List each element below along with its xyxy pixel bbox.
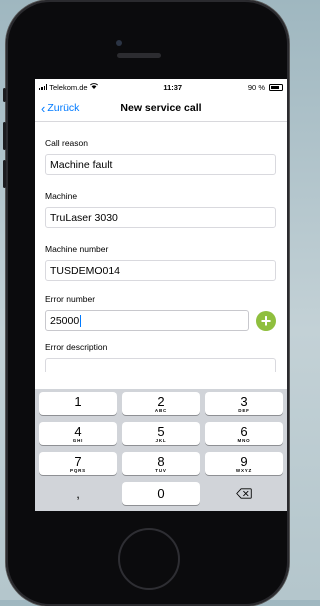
volume-up-button <box>3 122 6 150</box>
back-label: Zurück <box>47 102 80 114</box>
key-comma[interactable]: , <box>39 482 117 505</box>
delete-key[interactable] <box>205 482 283 505</box>
status-right: 90 % <box>248 83 283 92</box>
carrier-name: Telekom.de <box>49 82 88 92</box>
plus-circle-icon[interactable]: + <box>256 310 276 331</box>
status-bar: Telekom.de 11:37 90 % <box>35 79 287 95</box>
key-4[interactable]: 4 GHI <box>39 422 117 445</box>
error-number-input[interactable]: 25000 <box>45 310 249 331</box>
chevron-left-icon: ‹ <box>41 100 46 116</box>
signal-icon <box>39 84 48 90</box>
back-button[interactable]: ‹ Zurück <box>35 102 79 115</box>
key-5[interactable]: 5 JKL <box>122 422 200 445</box>
battery-percent: 90 % <box>247 82 265 92</box>
key-1[interactable]: 1 <box>39 392 117 415</box>
key-8[interactable]: 8 TUV <box>122 452 200 475</box>
wifi-icon <box>89 83 98 91</box>
error-description-label: Error description <box>45 342 108 352</box>
key-7[interactable]: 7 PQRS <box>39 452 117 475</box>
error-number-row: 25000 + <box>45 310 276 331</box>
status-time: 11:37 <box>163 82 183 92</box>
key-2[interactable]: 2 ABC <box>122 392 200 415</box>
mute-switch <box>3 88 6 102</box>
machine-number-label: Machine number <box>45 244 109 254</box>
navigation-bar: ‹ Zurück New service call <box>35 95 287 122</box>
error-number-value: 25000 <box>50 314 80 327</box>
error-number-label: Error number <box>45 294 96 304</box>
text-cursor <box>80 314 82 327</box>
home-button[interactable] <box>118 528 180 590</box>
status-left: Telekom.de <box>39 83 98 92</box>
machine-label: Machine <box>45 191 78 201</box>
volume-down-button <box>3 160 6 188</box>
call-reason-label: Call reason <box>45 138 88 148</box>
key-0[interactable]: 0 <box>122 482 200 505</box>
backspace-icon <box>236 488 252 499</box>
key-3[interactable]: 3 DEF <box>205 392 283 415</box>
service-call-form: Call reason Machine fault Machine TruLas… <box>35 122 287 406</box>
front-camera <box>116 40 122 46</box>
earpiece-speaker <box>117 53 161 58</box>
phone-frame: Telekom.de 11:37 90 % ‹ Zurück New servi… <box>3 0 289 606</box>
screen: Telekom.de 11:37 90 % ‹ Zurück New servi… <box>35 79 287 511</box>
battery-icon <box>269 83 283 91</box>
key-9[interactable]: 9 WXYZ <box>205 452 283 475</box>
error-description-field[interactable] <box>45 358 276 372</box>
machine-field[interactable]: TruLaser 3030 <box>45 207 276 228</box>
key-6[interactable]: 6 MNO <box>205 422 283 445</box>
machine-number-field[interactable]: TUSDEMO014 <box>45 260 276 281</box>
call-reason-field[interactable]: Machine fault <box>45 154 276 175</box>
numeric-keypad: 1 2 ABC 3 DEF 4 GHI 5 JKL 6 MNO 7 PQRS 8 TUV 9W… <box>35 389 287 511</box>
